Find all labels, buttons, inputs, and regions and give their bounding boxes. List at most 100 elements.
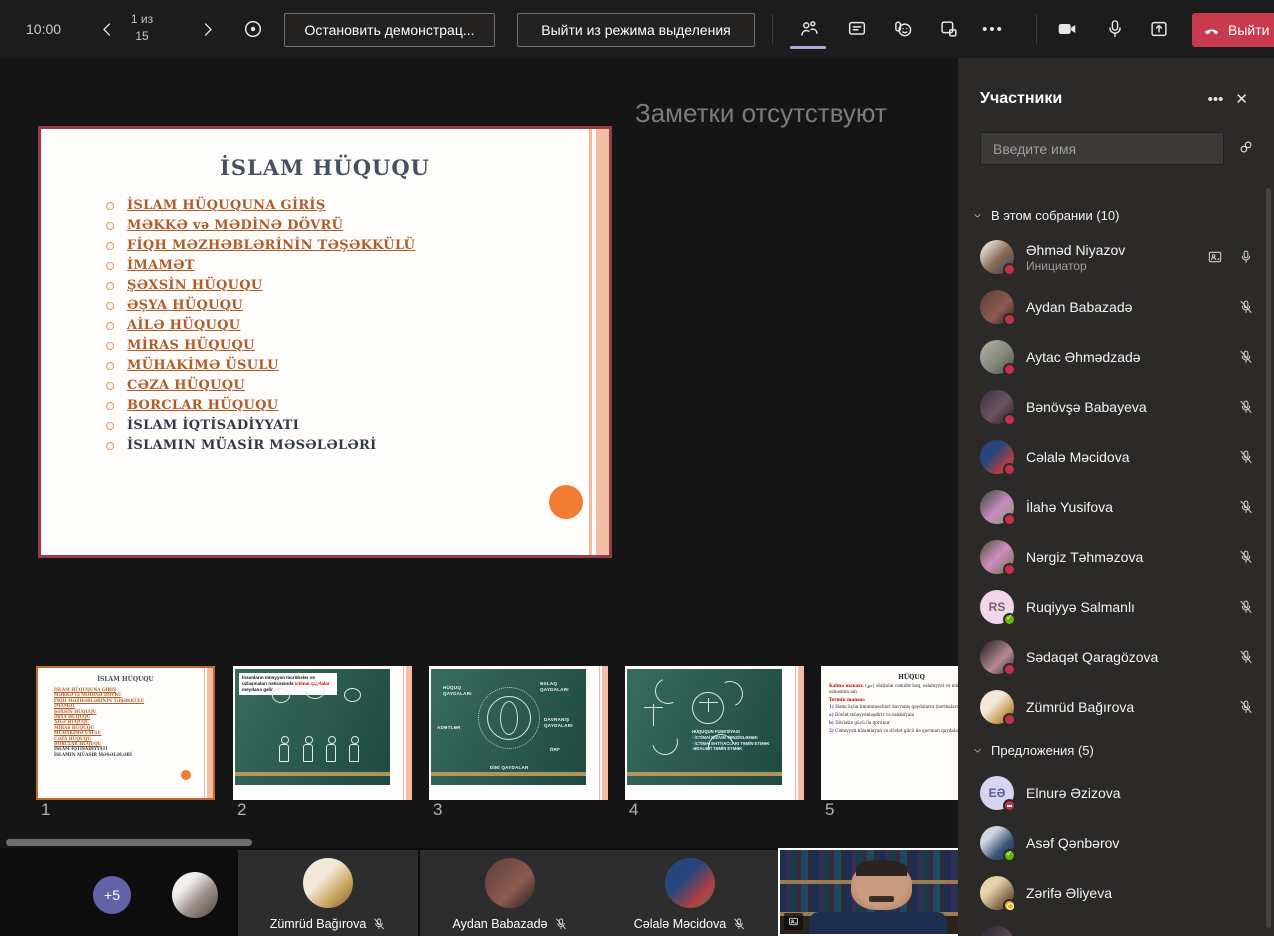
slide-bullet-link[interactable]: MİRAS HÜQUQU	[103, 336, 609, 356]
current-slide[interactable]: İSLAM HÜQUQU İSLAM HÜQUQUNA GİRİŞ MƏKKƏ …	[38, 126, 612, 558]
slide-thumbnail-1[interactable]: İSLAM HÜQUQU İSLAM HÜQUQUNA GİRİŞ MƏKKƏ …	[36, 666, 215, 800]
status-busy	[1003, 713, 1016, 726]
participants-panel: Участники ••• ✕ В этом собрании (10) Əhm…	[958, 58, 1274, 936]
avatar	[980, 290, 1014, 324]
participant-row[interactable]: EƏ Elnurə Əzizova	[958, 768, 1274, 818]
section-in-meeting[interactable]: В этом собрании (10)	[958, 198, 1274, 232]
mic-off-icon[interactable]	[1238, 349, 1254, 365]
mic-off-icon[interactable]	[1238, 599, 1254, 615]
participant-row[interactable]: Asəf Qənbərov	[958, 818, 1274, 868]
status-busy	[1003, 313, 1016, 326]
next-slide-button[interactable]	[194, 16, 220, 42]
breakout-rooms-button[interactable]	[936, 16, 962, 42]
status-busy	[1003, 413, 1016, 426]
meeting-toolbar: 10:00 1 из 15 Остановить демонстрац... В…	[0, 0, 1274, 58]
exit-highlight-mode-button[interactable]: Выйти из режима выделения	[517, 13, 755, 47]
participant-row[interactable]: Zərifə Əliyeva	[958, 868, 1274, 918]
panel-close-button[interactable]: ✕	[1229, 88, 1254, 110]
leave-meeting-button[interactable]: Выйти	[1192, 13, 1274, 47]
spotlight-icon[interactable]	[1207, 249, 1223, 265]
slide-bullet-link[interactable]: İMAMƏT	[103, 256, 609, 276]
mic-off-icon[interactable]	[1238, 449, 1254, 465]
thumbnail-number: 3	[433, 800, 442, 820]
participant-tile[interactable]: Cəlalə Məcidova	[600, 850, 780, 936]
participant-row[interactable]: Sədaqət Qaragözova	[958, 632, 1274, 682]
thumbnail-number: 4	[629, 800, 638, 820]
avatar	[980, 926, 1014, 936]
slide-counter: 1 из 15	[118, 11, 166, 45]
mic-off-icon[interactable]	[1238, 399, 1254, 415]
participant-tile[interactable]: Zümrüd Bağırova	[238, 850, 418, 936]
slide-bullet-link[interactable]: ŞƏXSİN HÜQUQU	[103, 276, 609, 296]
slide-thumbnail-2[interactable]: İnsanların müəyyən təcrübələr və uzlaşma…	[233, 666, 412, 800]
participant-list: В этом собрании (10) Əhməd NiyazovИнициа…	[958, 198, 1274, 936]
spotlight-badge	[784, 913, 803, 930]
slide-bullet-link[interactable]: MƏKKƏ və MƏDİNƏ DÖVRÜ	[103, 216, 609, 236]
slide-title: İSLAM HÜQUQU	[41, 155, 609, 180]
participant-row[interactable]: Əhməd NiyazovИнициатор	[958, 232, 1274, 282]
notes-empty-text: Заметки отсутствуют	[635, 98, 887, 129]
meeting-time: 10:00	[26, 21, 61, 37]
section-suggestions[interactable]: Предложения (5)	[958, 732, 1274, 768]
slide-bullet-link[interactable]: MÜHAKİMƏ ÜSULU	[103, 356, 609, 376]
participant-row-partial[interactable]	[958, 918, 1274, 936]
spotlight-video-tile[interactable]	[778, 848, 960, 936]
slide-bullet-link[interactable]: AİLƏ HÜQUQU	[103, 316, 609, 336]
status-busy	[1003, 263, 1016, 276]
slide-thumbnail-3[interactable]: HÜQUQ QAYDALARI ƏXLAQ QAYDALARI DAVRANIŞ…	[429, 666, 608, 800]
active-panel-indicator	[790, 46, 826, 49]
private-view-eye-icon[interactable]	[240, 16, 266, 42]
participant-row[interactable]: Aydan Babazadə	[958, 282, 1274, 332]
avatar	[980, 690, 1014, 724]
share-button[interactable]	[1146, 16, 1172, 42]
participant-search-input[interactable]	[980, 132, 1224, 165]
slide-bullet-link[interactable]: BORCLAR HÜQUQU	[103, 396, 609, 416]
stop-presenting-button[interactable]: Остановить демонстрац...	[284, 13, 495, 47]
participant-row[interactable]: RS Ruqiyyə Salmanlı	[958, 582, 1274, 632]
participant-tile[interactable]: Aydan Babazadə	[420, 850, 600, 936]
participant-row[interactable]: Zümrüd Bağırova	[958, 682, 1274, 732]
mic-off-icon[interactable]	[1238, 549, 1254, 565]
participant-row[interactable]: Bənövşə Babayeva	[958, 382, 1274, 432]
filmstrip-scrollbar[interactable]	[6, 839, 252, 846]
panel-more-button[interactable]: •••	[1202, 89, 1230, 110]
mic-off-icon[interactable]	[1238, 649, 1254, 665]
panel-scrollbar[interactable]	[1266, 188, 1271, 928]
participants-button[interactable]	[796, 16, 822, 42]
camera-button[interactable]	[1054, 16, 1080, 42]
slide-bullet: İSLAM İQTİSADİYYATI	[103, 416, 609, 436]
mic-off-icon[interactable]	[1238, 299, 1254, 315]
slide-bullet-list: İSLAM HÜQUQUNA GİRİŞ MƏKKƏ və MƏDİNƏ DÖV…	[103, 196, 609, 456]
more-options-button[interactable]: •••	[980, 16, 1006, 42]
avatar	[980, 876, 1014, 910]
avatar-initials: RS	[980, 590, 1014, 624]
thumbnail-number: 1	[41, 800, 50, 820]
thumbnail-number: 2	[237, 800, 246, 820]
status-busy	[1003, 463, 1016, 476]
previous-slide-button[interactable]	[94, 16, 120, 42]
teams-meeting-window: 10:00 1 из 15 Остановить демонстрац... В…	[0, 0, 1274, 936]
slide-bullet-link[interactable]: ƏŞYA HÜQUQU	[103, 296, 609, 316]
microphone-button[interactable]	[1102, 16, 1128, 42]
slide-bullet: İSLAMIN MÜASİR MƏSƏLƏLƏRİ	[103, 436, 609, 456]
mic-off-icon[interactable]	[1238, 499, 1254, 515]
overflow-participants-badge[interactable]: +5	[93, 876, 131, 914]
chat-button[interactable]	[844, 16, 870, 42]
participant-row[interactable]: Cəlalə Məcidova	[958, 432, 1274, 482]
slide-bullet-link[interactable]: İSLAM HÜQUQUNA GİRİŞ	[103, 196, 609, 216]
status-busy	[1003, 513, 1016, 526]
copy-invite-link-button[interactable]	[1232, 137, 1260, 161]
participant-row[interactable]: Aytac Əhmədzadə	[958, 332, 1274, 382]
slide-thumbnail-4[interactable]: HÜQUQUN FUNKSİYASI - İCTİMAİ NİZAMI TƏNZ…	[625, 666, 804, 800]
reactions-button[interactable]	[890, 16, 916, 42]
mic-on-icon[interactable]	[1238, 249, 1254, 265]
mic-off-icon[interactable]	[1238, 699, 1254, 715]
participant-row[interactable]: Nərgiz Təhməzova	[958, 532, 1274, 582]
slide-counter-total: 15	[118, 28, 166, 45]
avatar	[303, 858, 353, 908]
status-busy	[1003, 363, 1016, 376]
participant-row[interactable]: İlahə Yusifova	[958, 482, 1274, 532]
slide-bullet-link[interactable]: CƏZA HÜQUQU	[103, 376, 609, 396]
slide-bullet-link[interactable]: FİQH MƏZHƏBLƏRİNİN TƏŞƏKKÜLÜ	[103, 236, 609, 256]
audio-participant-avatar[interactable]	[172, 872, 218, 918]
